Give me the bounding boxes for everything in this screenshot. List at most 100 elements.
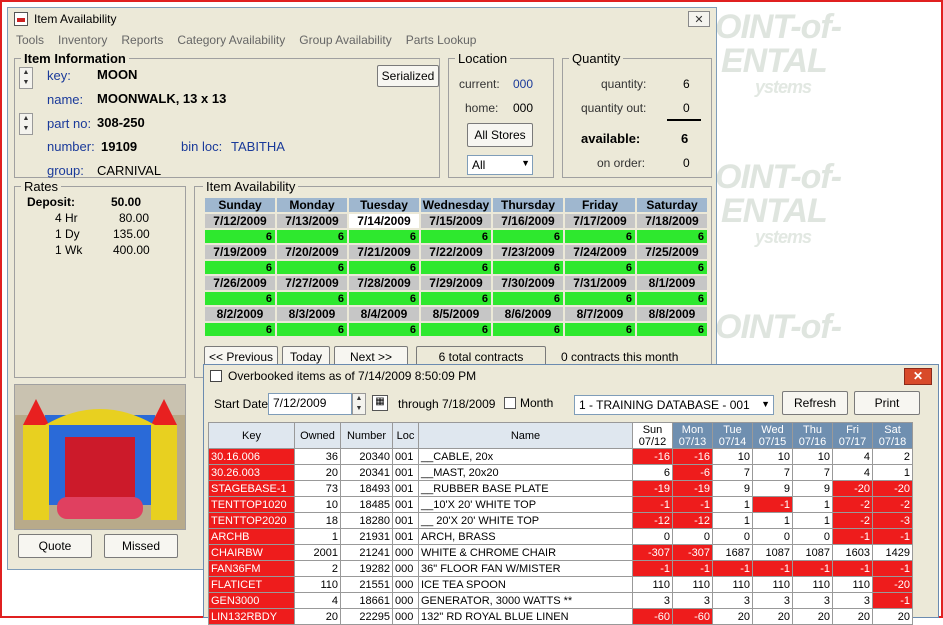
menu-tools[interactable]: Tools	[16, 33, 44, 47]
column-header[interactable]: Owned	[294, 422, 341, 449]
quantity-label: quantity:	[601, 77, 647, 91]
table-row[interactable]: TENTTOP2020 18 18280 001 __ 20'X 20' WHITE T…	[208, 512, 913, 529]
missed-button[interactable]: Missed	[104, 534, 178, 558]
table-row[interactable]: GEN3000 4 18661 000 GENERATOR, 3000 WATTS **…	[208, 592, 913, 609]
table-row[interactable]: ARCHB 1 21931 001 ARCH, BRASS 0 0 0 0 0 -1 -1	[208, 528, 913, 545]
calendar-date[interactable]: 8/4/2009	[349, 307, 419, 321]
table-row[interactable]: CHAIRBW 2001 21241 000 WHITE & CHROME CHAIR -…	[208, 544, 913, 561]
key-spinner[interactable]: ▲ ▼	[19, 67, 33, 89]
day-name: Sat	[884, 423, 901, 436]
day-column-header[interactable]: Fri 07/17	[832, 422, 873, 449]
calendar-date[interactable]: 7/27/2009	[277, 276, 347, 290]
close-icon[interactable]: ✕	[904, 367, 932, 385]
calendar-date[interactable]: 7/25/2009	[637, 245, 707, 259]
calendar-date[interactable]: 7/26/2009	[205, 276, 275, 290]
cell-day: 20	[752, 608, 793, 625]
column-header[interactable]: Loc	[392, 422, 419, 449]
database-select[interactable]: 1 - TRAINING DATABASE - 001 ▼	[574, 395, 774, 415]
table-row[interactable]: TENTTOP1020 10 18485 001 __10'X 20' WHITE TO…	[208, 496, 913, 513]
calendar-date[interactable]: 7/19/2009	[205, 245, 275, 259]
home-value: 000	[513, 101, 534, 115]
calendar-date[interactable]: 7/16/2009	[493, 214, 563, 228]
overbooked-rows: 30.16.006 36 20340 001 __CABLE, 20x -16 -16 10 1…	[208, 448, 913, 625]
table-row[interactable]: STAGEBASE-1 73 18493 001 __RUBBER BASE PLATE…	[208, 480, 913, 497]
calendar-date[interactable]: 7/15/2009	[421, 214, 491, 228]
available-count: 6	[565, 261, 635, 274]
cell-day: -2	[832, 496, 873, 513]
store-select[interactable]: All ▼	[467, 155, 533, 175]
calendar-date[interactable]: 7/31/2009	[565, 276, 635, 290]
column-header[interactable]: Number	[340, 422, 393, 449]
calendar-icon[interactable]: ▦	[372, 395, 388, 411]
calendar-date[interactable]: 7/21/2009	[349, 245, 419, 259]
calendar-date[interactable]: 7/18/2009	[637, 214, 707, 228]
menu-parts-lookup[interactable]: Parts Lookup	[406, 33, 477, 47]
month-checkbox[interactable]	[504, 397, 516, 409]
calendar-date[interactable]: 7/17/2009	[565, 214, 635, 228]
refresh-button[interactable]: Refresh	[782, 391, 848, 415]
calendar-date[interactable]: 7/12/2009	[205, 214, 275, 228]
table-row[interactable]: LIN132RBDY 20 22295 000 132" RD ROYAL BLUE L…	[208, 608, 913, 625]
column-header[interactable]: Name	[418, 422, 633, 449]
rate-value: 80.00	[119, 211, 150, 225]
table-row[interactable]: 30.16.006 36 20340 001 __CABLE, 20x -16 -16 10 1…	[208, 448, 913, 465]
cell-day: 3	[672, 592, 713, 609]
day-column-header[interactable]: Tue 07/14	[712, 422, 753, 449]
day-column-header[interactable]: Sun 07/12	[632, 422, 673, 449]
calendar-date[interactable]: 7/29/2009	[421, 276, 491, 290]
start-date-input[interactable]: 7/12/2009	[268, 393, 352, 415]
calendar-date[interactable]: 8/6/2009	[493, 307, 563, 321]
overbooked-title-bar: Overbooked items as of 7/14/2009 8:50:09…	[204, 365, 938, 387]
table-row[interactable]: 30.26.003 20 20341 001 __MAST, 20x20 6 -6 7 7 7 4 1	[208, 464, 913, 481]
start-date-spinner[interactable]: ▲ ▼	[352, 393, 366, 415]
calendar-date[interactable]: 8/2/2009	[205, 307, 275, 321]
day-column-header[interactable]: Thu 07/16	[792, 422, 833, 449]
quote-button[interactable]: Quote	[18, 534, 92, 558]
close-icon[interactable]: ✕	[688, 11, 710, 27]
calendar-date[interactable]: 8/8/2009	[637, 307, 707, 321]
rates-group: Rates Deposit: 50.00 4 Hr 80.00 1 Dy 135…	[14, 179, 186, 378]
calendar-date[interactable]: 7/13/2009	[277, 214, 347, 228]
calendar-date[interactable]: 7/20/2009	[277, 245, 347, 259]
calendar-date[interactable]: 8/1/2009	[637, 276, 707, 290]
day-column-header[interactable]: Wed 07/15	[752, 422, 793, 449]
day-column-header[interactable]: Sat 07/18	[872, 422, 913, 449]
table-row[interactable]: FLATICET 110 21551 000 ICE TEA SPOON 110 110 11…	[208, 576, 913, 593]
cell-name: 36" FLOOR FAN W/MISTER	[418, 560, 633, 577]
cell-day: 0	[752, 528, 793, 545]
calendar-date[interactable]: 7/22/2009	[421, 245, 491, 259]
key-label: key:	[47, 68, 71, 83]
menu-group-availability[interactable]: Group Availability	[299, 33, 392, 47]
cell-loc: 001	[392, 480, 419, 497]
calendar-date[interactable]: 7/24/2009	[565, 245, 635, 259]
column-header[interactable]: Key	[208, 422, 295, 449]
divider	[667, 119, 701, 121]
calendar-date[interactable]: 8/5/2009	[421, 307, 491, 321]
serialized-button[interactable]: Serialized	[377, 65, 439, 87]
calendar-date[interactable]: 8/7/2009	[565, 307, 635, 321]
menu-reports[interactable]: Reports	[121, 33, 163, 47]
cell-owned: 36	[294, 448, 341, 465]
part-spinner[interactable]: ▲ ▼	[19, 113, 33, 135]
cell-key: TENTTOP1020	[208, 496, 295, 513]
all-stores-button[interactable]: All Stores	[467, 123, 533, 147]
day-column-header[interactable]: Mon 07/13	[672, 422, 713, 449]
calendar-date-today[interactable]: 7/14/2009	[349, 214, 419, 228]
menu-category-availability[interactable]: Category Availability	[177, 33, 285, 47]
cell-number: 20341	[340, 464, 393, 481]
cell-day: 1087	[752, 544, 793, 561]
on-order-value: 0	[683, 156, 690, 170]
cell-number: 22295	[340, 608, 393, 625]
menu-inventory[interactable]: Inventory	[58, 33, 107, 47]
table-row[interactable]: FAN36FM 2 19282 000 36" FLOOR FAN W/MISTER -1…	[208, 560, 913, 577]
calendar-date[interactable]: 8/3/2009	[277, 307, 347, 321]
cell-day: -307	[632, 544, 673, 561]
cell-name: __MAST, 20x20	[418, 464, 633, 481]
calendar-date[interactable]: 7/30/2009	[493, 276, 563, 290]
calendar-date[interactable]: 7/23/2009	[493, 245, 563, 259]
available-count: 6	[277, 323, 347, 336]
cell-day: 20	[792, 608, 833, 625]
cell-day: 1	[792, 512, 833, 529]
print-button[interactable]: Print	[854, 391, 920, 415]
calendar-date[interactable]: 7/28/2009	[349, 276, 419, 290]
